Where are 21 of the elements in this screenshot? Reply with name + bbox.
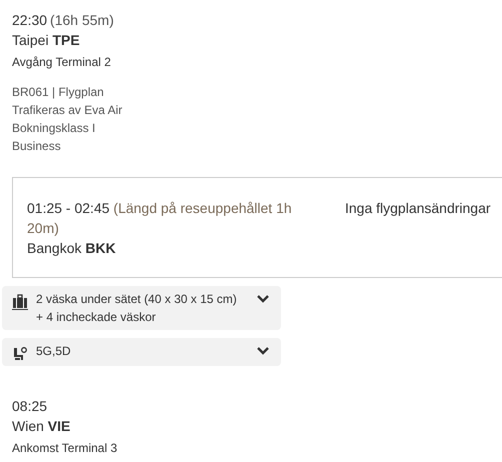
- expandable-panel[interactable]: 5G,5D: [2, 338, 281, 366]
- flight-duration: (16h 55m): [50, 12, 114, 28]
- departure-time: 22:30: [12, 12, 48, 28]
- seat-numbers: 5G,5D: [36, 343, 72, 360]
- seat-icon: [12, 346, 28, 362]
- flight-detail: Bokningsklass I: [12, 120, 96, 137]
- departure-terminal: Avgång Terminal 2: [12, 54, 112, 71]
- expandable-panel[interactable]: 2 väska under sätet (40 x 30 x 15 cm) + 4 incheckade väskor: [2, 286, 281, 330]
- arrival-terminal: Ankomst Terminal 3: [12, 440, 118, 457]
- flight-detail: BR061 | Flygplan: [12, 84, 105, 101]
- stopover-times: 01:25 - 02:45 (Längd på reseuppehållet 1h 20m): [27, 199, 293, 238]
- baggage-text: + 4 incheckade väskor: [36, 309, 157, 326]
- departure-city: Taipei TPE: [12, 31, 81, 50]
- stopover-city: Bangkok BKK: [27, 239, 117, 258]
- arrival-city: Wien VIE: [12, 417, 72, 436]
- flight-detail: Trafikeras av Eva Air: [12, 102, 124, 119]
- baggage-text: 2 väska under sätet (40 x 30 x 15 cm): [36, 291, 238, 308]
- aircraft-change-note: Inga flygplansändringar: [345, 199, 491, 218]
- suitcase-icon: [12, 294, 28, 310]
- arrival-time: 08:25: [12, 397, 48, 416]
- flight-detail: Business: [12, 138, 62, 155]
